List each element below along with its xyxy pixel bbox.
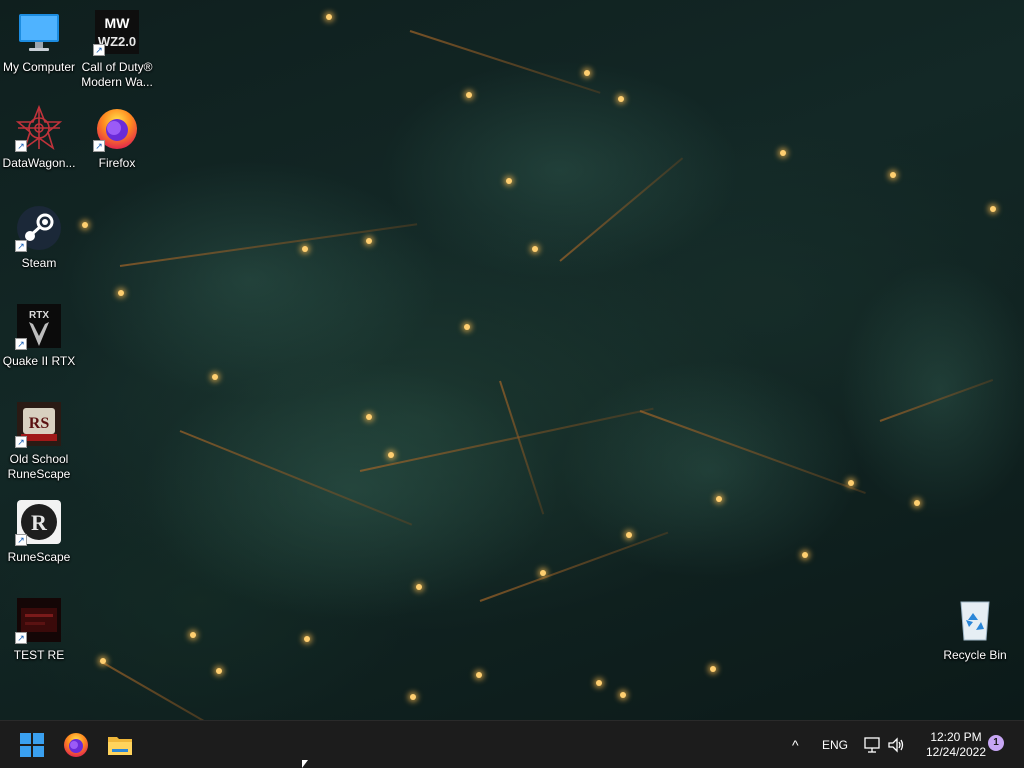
- shortcut-arrow-icon: ↗: [15, 436, 27, 448]
- system-clock[interactable]: 12:20 PM 12/24/2022: [912, 730, 1000, 760]
- desktop-icon-test-re[interactable]: ↗ TEST RE: [0, 596, 78, 663]
- clock-date: 12/24/2022: [925, 745, 987, 759]
- language-indicator[interactable]: ENG: [822, 738, 848, 752]
- shortcut-arrow-icon: ↗: [93, 44, 105, 56]
- desktop-icon-firefox[interactable]: ↗ Firefox: [78, 104, 156, 171]
- firefox-icon: ↗: [93, 104, 141, 152]
- desktop-icon-my-computer[interactable]: My Computer: [0, 8, 78, 75]
- clock-time: 12:20 PM: [930, 730, 982, 744]
- desktop-icon-steam[interactable]: ↗ Steam: [0, 204, 78, 271]
- shortcut-arrow-icon: ↗: [15, 534, 27, 546]
- desktop-icon-label: My Computer: [2, 60, 76, 74]
- desktop-icon-label: Firefox: [98, 156, 136, 170]
- network-icon[interactable]: [862, 735, 882, 755]
- svg-text:MW: MW: [105, 15, 131, 31]
- datawagon-icon: ↗: [15, 104, 63, 152]
- svg-text:RS: RS: [29, 415, 50, 432]
- windows-start-icon: [20, 733, 44, 757]
- start-button[interactable]: [14, 727, 50, 763]
- taskbar-file-explorer-button[interactable]: [102, 727, 138, 763]
- computer-icon: [15, 8, 63, 56]
- desktop-icon-runescape[interactable]: R ↗ RuneScape: [0, 498, 78, 565]
- desktop-icon-label: TEST RE: [13, 648, 65, 662]
- svg-text:RTX: RTX: [29, 310, 49, 321]
- osrs-icon: RS ↗: [15, 400, 63, 448]
- desktop-icon-quake-ii-rtx[interactable]: RTX ↗ Quake II RTX: [0, 302, 78, 369]
- mouse-cursor-icon: [302, 760, 308, 768]
- desktop-icon-label: DataWagon...: [2, 156, 76, 170]
- desktop-icon-label: Old School RuneScape: [7, 452, 71, 481]
- desktop-icon-label: RuneScape: [7, 550, 71, 564]
- notification-badge[interactable]: 1: [988, 735, 1004, 751]
- shortcut-arrow-icon: ↗: [15, 240, 27, 252]
- desktop-icon-label: Steam: [21, 256, 57, 270]
- steam-icon: ↗: [15, 204, 63, 252]
- folder-icon: [108, 737, 132, 755]
- test-re-icon: ↗: [15, 596, 63, 644]
- shortcut-arrow-icon: ↗: [93, 140, 105, 152]
- taskbar-firefox-button[interactable]: [58, 727, 94, 763]
- desktop-icon-call-of-duty[interactable]: MW WZ2.0 ↗ Call of Duty® Modern Wa...: [78, 8, 156, 90]
- quake-rtx-icon: RTX ↗: [15, 302, 63, 350]
- shortcut-arrow-icon: ↗: [15, 632, 27, 644]
- desktop-icon-recycle-bin[interactable]: Recycle Bin: [936, 596, 1014, 663]
- svg-text:R: R: [31, 510, 48, 535]
- desktop-icon-datawagon[interactable]: ↗ DataWagon...: [0, 104, 78, 171]
- cod-mwii-icon: MW WZ2.0 ↗: [93, 8, 141, 56]
- desktop-icon-label: Call of Duty® Modern Wa...: [81, 60, 153, 89]
- shortcut-arrow-icon: ↗: [15, 338, 27, 350]
- show-hidden-icons-chevron[interactable]: ^: [792, 737, 799, 753]
- desktop-icon-label: Recycle Bin: [943, 648, 1007, 662]
- firefox-icon: [64, 733, 88, 757]
- runescape-icon: R ↗: [15, 498, 63, 546]
- desktop: My Computer MW WZ2.0 ↗ Call of Duty® Mod…: [0, 0, 1024, 720]
- recycle-bin-icon: [951, 596, 999, 644]
- shortcut-arrow-icon: ↗: [15, 140, 27, 152]
- desktop-icon-label: Quake II RTX: [2, 354, 76, 368]
- taskbar: ^ ENG: [0, 720, 1024, 768]
- volume-icon[interactable]: [886, 735, 906, 755]
- desktop-icon-old-school-runescape[interactable]: RS ↗ Old School RuneScape: [0, 400, 78, 482]
